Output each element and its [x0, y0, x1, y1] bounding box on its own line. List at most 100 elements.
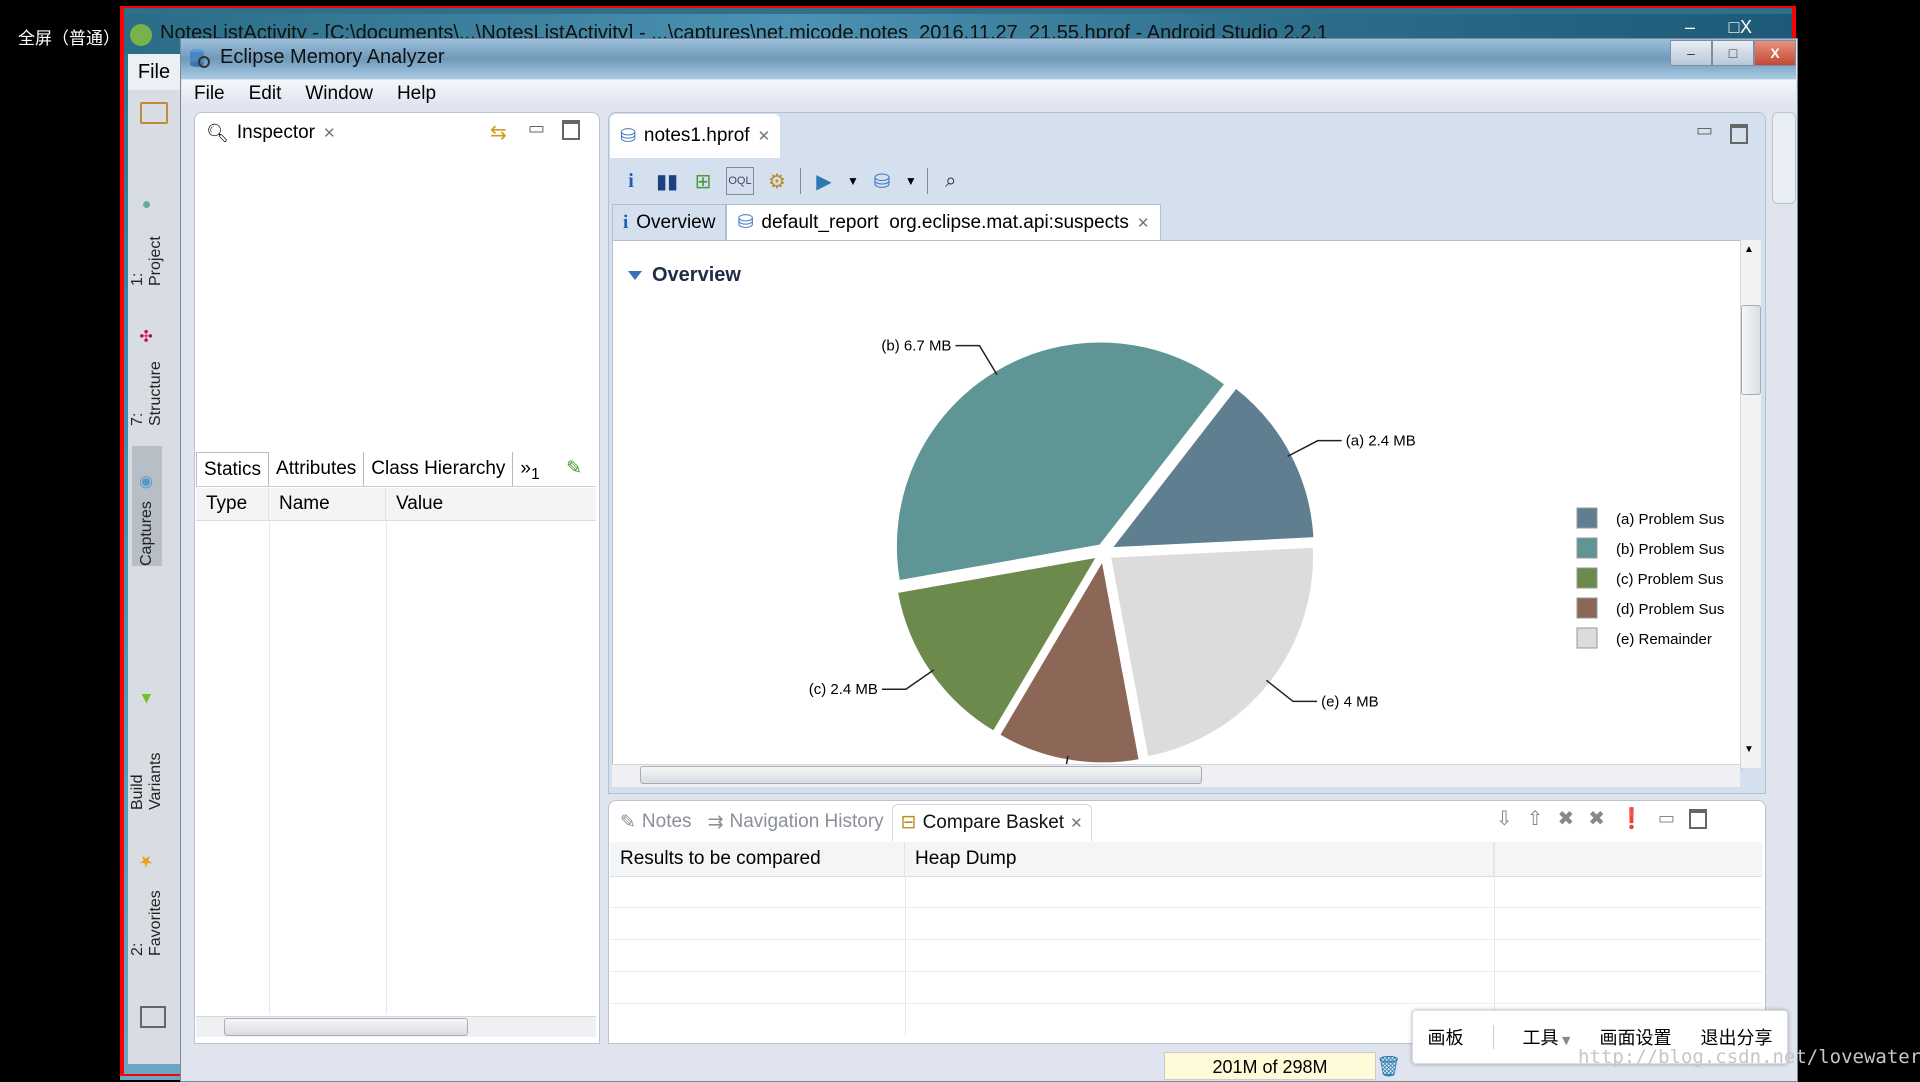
link-with-editor-icon[interactable]: ⇆	[490, 120, 507, 145]
inspector-tab[interactable]: 🔍︎ Inspector ✕	[196, 114, 346, 152]
legend-swatch-b	[1576, 537, 1598, 559]
table-row	[610, 907, 1762, 908]
android-studio-logo-icon	[130, 24, 152, 46]
fullscreen-mode-label: 全屏（普通）	[18, 29, 120, 49]
close-icon[interactable]: ✕	[1070, 814, 1083, 832]
remove-icon[interactable]: ✖	[1558, 806, 1575, 831]
menu-window[interactable]: Window	[293, 80, 385, 108]
trim-stack[interactable]	[1772, 112, 1796, 204]
tab-overflow[interactable]: »1	[513, 452, 546, 486]
search-icon[interactable]: ⌕	[938, 168, 964, 194]
overview-heading: Overview	[652, 264, 741, 286]
as-menu-file[interactable]: File	[128, 54, 180, 90]
compare-basket-toolbar: ⇩ ⇧ ✖ ✖ ❗ ▭	[1496, 806, 1707, 831]
tab-notes[interactable]: ✎ Notes	[612, 804, 700, 840]
minimize-view-icon[interactable]: ▭	[528, 118, 545, 139]
move-up-icon[interactable]: ⇧	[1527, 806, 1544, 831]
subtab-default-report[interactable]: ⛁ default_report org.eclipse.mat.api:susp…	[726, 204, 1161, 240]
table-row	[610, 939, 1762, 940]
minimize-editor-icon[interactable]: ▭	[1696, 120, 1713, 141]
scroll-up-arrow[interactable]: ▲	[1744, 244, 1754, 255]
dominator-tree-icon[interactable]: ⊞	[690, 168, 716, 194]
share-whiteboard-button[interactable]: 画板	[1428, 1024, 1464, 1050]
maximize-editor-icon[interactable]	[1730, 124, 1748, 144]
folder-icon[interactable]	[140, 102, 168, 124]
captures-icon: ◉	[138, 474, 156, 494]
leader-line-a	[1287, 439, 1342, 458]
close-button[interactable]: X	[1754, 40, 1796, 66]
report-icon: ⛁	[737, 212, 754, 233]
col-results[interactable]: Results to be compared	[610, 842, 905, 876]
inspector-icon: 🔍︎	[206, 122, 229, 143]
tab-attributes[interactable]: Attributes	[269, 452, 365, 486]
legend-label-e: (e) Remainder	[1616, 631, 1712, 648]
data-label-c: (c) 2.4 MB	[809, 681, 878, 698]
bottom-tabs: ✎ Notes ⇉ Navigation History ⊟ Compare Bask…	[612, 803, 1092, 841]
run-report-icon[interactable]: ▶	[811, 168, 837, 194]
pie-slice-e[interactable]	[1107, 544, 1316, 760]
mat-window-title: Eclipse Memory Analyzer	[220, 46, 445, 68]
editor-tab-notes1[interactable]: ⛁ notes1.hprof ✕	[610, 114, 781, 158]
legend-label-d: (d) Problem Sus	[1616, 601, 1724, 618]
chevron-down-icon[interactable]: ▼	[847, 174, 859, 188]
col-name[interactable]: Name	[269, 488, 386, 520]
compare-table-header: Results to be compared Heap Dump	[610, 842, 1762, 877]
query-browser-icon[interactable]: ⛁	[869, 168, 895, 194]
subtab-overview[interactable]: i Overview	[612, 204, 727, 240]
report-vscroll-thumb[interactable]	[1741, 305, 1761, 395]
side-tab-captures[interactable]: Captures ◉	[132, 446, 162, 566]
layout-toggle-icon[interactable]	[140, 1006, 166, 1028]
maximize-button[interactable]: □	[1712, 40, 1754, 66]
side-tab-structure[interactable]: 7: Structure ✣	[129, 326, 164, 426]
tab-statics[interactable]: Statics	[196, 452, 270, 486]
share-tools-button[interactable]: 工具 ▼	[1523, 1024, 1571, 1050]
minimize-view-icon[interactable]: ▭	[1658, 808, 1675, 829]
close-icon[interactable]: ✕	[758, 127, 771, 145]
tab-class-hierarchy[interactable]: Class Hierarchy	[364, 452, 514, 486]
minimize-button[interactable]: –	[1670, 40, 1712, 66]
column-divider	[1494, 842, 1495, 1036]
as-close-button[interactable]: X	[1724, 16, 1768, 38]
col-heap-dump[interactable]: Heap Dump	[905, 842, 1494, 876]
chevron-down-icon[interactable]: ▼	[905, 174, 917, 188]
side-tab-project[interactable]: 1: Project ●	[129, 196, 164, 286]
editor-tab-label: notes1.hprof	[643, 125, 750, 146]
compare-icon[interactable]: ❗	[1619, 806, 1644, 831]
pin-icon[interactable]: ✎	[566, 452, 596, 486]
oql-icon[interactable]: OQL	[726, 167, 754, 195]
thread-overview-icon[interactable]: ⚙	[764, 168, 790, 194]
share-frame-left	[120, 6, 124, 1076]
report-hscroll-thumb[interactable]	[640, 766, 1202, 784]
legend-label-c: (c) Problem Sus	[1616, 571, 1724, 588]
maximize-view-icon[interactable]	[1688, 808, 1707, 829]
tab-navigation-history[interactable]: ⇉ Navigation History	[700, 804, 892, 840]
inspector-scroll-thumb[interactable]	[224, 1018, 468, 1036]
scroll-down-arrow[interactable]: ▼	[1744, 744, 1754, 755]
inspector-subtabs: Statics Attributes Class Hierarchy »1 ✎	[196, 452, 596, 487]
as-minimize-button[interactable]: –	[1668, 16, 1712, 38]
android-robot-icon: ▲	[138, 690, 155, 707]
col-extra[interactable]	[1494, 842, 1762, 876]
notes-icon: ✎	[620, 811, 636, 833]
close-icon[interactable]: ✕	[323, 124, 336, 142]
side-tab-favorites[interactable]: 2: Favorites ★	[129, 852, 164, 956]
legend-swatch-d	[1576, 597, 1598, 619]
maximize-view-icon[interactable]	[562, 120, 580, 140]
histogram-icon[interactable]: ▮▮	[654, 168, 680, 194]
data-label-b: (b) 6.7 MB	[881, 338, 951, 355]
col-type[interactable]: Type	[196, 488, 269, 520]
close-icon[interactable]: ✕	[1137, 214, 1150, 232]
tab-compare-basket[interactable]: ⊟ Compare Basket ✕	[891, 803, 1092, 841]
info-icon[interactable]: i	[618, 168, 644, 194]
move-down-icon[interactable]: ⇩	[1496, 806, 1513, 831]
menu-help[interactable]: Help	[385, 80, 448, 108]
mat-logo-icon	[190, 49, 210, 68]
compare-basket-icon: ⊟	[900, 812, 917, 833]
side-tab-build-variants[interactable]: Build Variants ▲	[129, 690, 164, 810]
col-value[interactable]: Value	[386, 488, 596, 520]
garbage-collect-icon[interactable]: 🗑︎	[1376, 1054, 1401, 1079]
menu-edit[interactable]: Edit	[237, 80, 294, 108]
overview-section-toggle[interactable]: Overview	[628, 264, 741, 287]
remove-all-icon[interactable]: ✖	[1588, 806, 1605, 831]
menu-file[interactable]: File	[182, 80, 237, 108]
